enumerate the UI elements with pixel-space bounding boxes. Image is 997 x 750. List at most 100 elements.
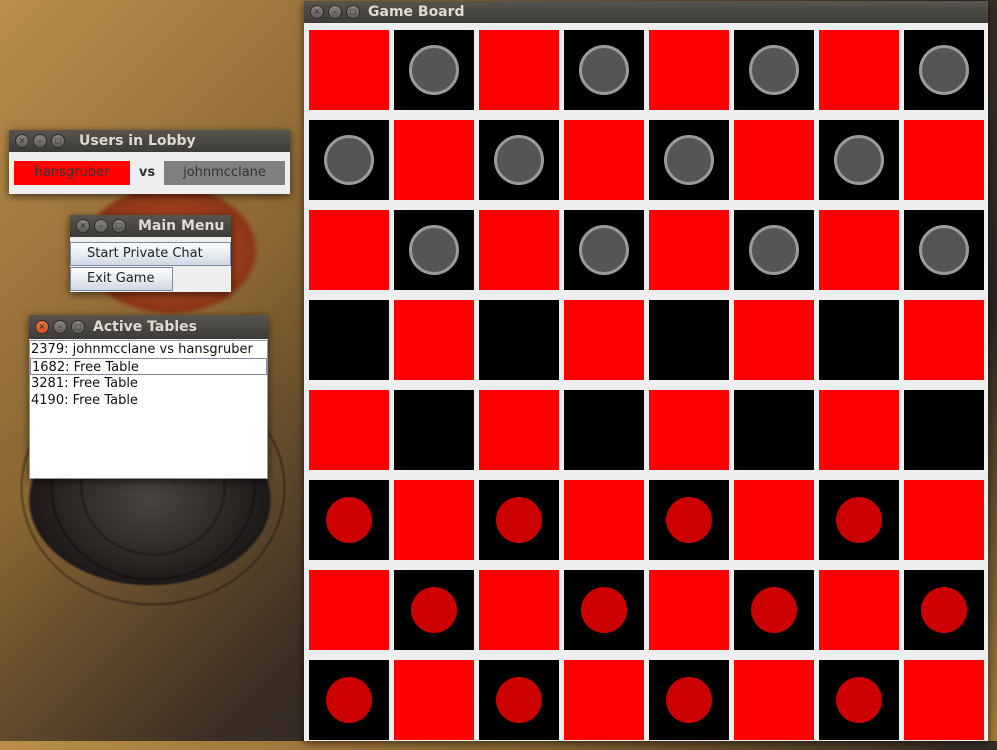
board-square-red[interactable]	[904, 300, 984, 380]
board-square-black[interactable]	[904, 30, 984, 110]
board-square-black[interactable]	[649, 480, 729, 560]
red-checker-piece[interactable]	[666, 497, 712, 543]
board-square-black[interactable]	[819, 120, 899, 200]
board-square-red[interactable]	[649, 210, 729, 290]
board-square-black[interactable]	[649, 660, 729, 740]
board-square-black[interactable]	[819, 480, 899, 560]
board-square-black[interactable]	[564, 390, 644, 470]
close-icon[interactable]: ×	[35, 320, 49, 334]
board-square-black[interactable]	[309, 480, 389, 560]
board-square-red[interactable]	[819, 30, 899, 110]
board-square-black[interactable]	[904, 390, 984, 470]
board-square-red[interactable]	[479, 570, 559, 650]
board-square-red[interactable]	[904, 480, 984, 560]
red-checker-piece[interactable]	[751, 587, 797, 633]
board-square-red[interactable]	[649, 390, 729, 470]
board-square-red[interactable]	[479, 30, 559, 110]
table-list-item[interactable]: 3281: Free Table	[30, 375, 267, 392]
red-checker-piece[interactable]	[326, 497, 372, 543]
board-square-red[interactable]	[734, 120, 814, 200]
board-square-red[interactable]	[309, 30, 389, 110]
board-square-red[interactable]	[564, 300, 644, 380]
checkers-board[interactable]	[309, 30, 989, 750]
board-square-black[interactable]	[479, 120, 559, 200]
board-square-red[interactable]	[309, 570, 389, 650]
maximize-icon[interactable]: □	[71, 320, 85, 334]
red-checker-piece[interactable]	[496, 497, 542, 543]
exit-game-button[interactable]: Exit Game	[70, 267, 173, 291]
table-list-item[interactable]: 4190: Free Table	[30, 392, 267, 409]
board-square-black[interactable]	[904, 210, 984, 290]
board-square-black[interactable]	[734, 390, 814, 470]
board-square-red[interactable]	[734, 300, 814, 380]
close-icon[interactable]: ×	[15, 134, 29, 148]
board-square-black[interactable]	[394, 390, 474, 470]
black-checker-piece[interactable]	[409, 225, 459, 275]
board-square-red[interactable]	[649, 30, 729, 110]
board-square-black[interactable]	[479, 660, 559, 740]
red-checker-piece[interactable]	[411, 587, 457, 633]
board-square-black[interactable]	[309, 660, 389, 740]
board-square-black[interactable]	[309, 300, 389, 380]
close-icon[interactable]: ×	[310, 5, 324, 19]
black-checker-piece[interactable]	[494, 135, 544, 185]
board-square-red[interactable]	[819, 210, 899, 290]
board-square-red[interactable]	[564, 120, 644, 200]
board-square-black[interactable]	[564, 210, 644, 290]
board-square-black[interactable]	[479, 480, 559, 560]
red-checker-piece[interactable]	[836, 497, 882, 543]
board-square-black[interactable]	[564, 570, 644, 650]
black-checker-piece[interactable]	[834, 135, 884, 185]
close-icon[interactable]: ×	[76, 219, 90, 233]
maximize-icon[interactable]: □	[346, 5, 360, 19]
board-square-red[interactable]	[904, 660, 984, 740]
board-square-black[interactable]	[734, 210, 814, 290]
board-square-black[interactable]	[564, 30, 644, 110]
board-square-black[interactable]	[904, 570, 984, 650]
board-square-red[interactable]	[309, 390, 389, 470]
board-square-black[interactable]	[479, 300, 559, 380]
red-checker-piece[interactable]	[581, 587, 627, 633]
board-square-red[interactable]	[394, 480, 474, 560]
red-checker-piece[interactable]	[921, 587, 967, 633]
black-checker-piece[interactable]	[579, 45, 629, 95]
board-square-black[interactable]	[819, 660, 899, 740]
start-private-chat-button[interactable]: Start Private Chat	[70, 242, 231, 266]
red-checker-piece[interactable]	[666, 677, 712, 723]
black-checker-piece[interactable]	[749, 225, 799, 275]
board-square-red[interactable]	[734, 480, 814, 560]
black-checker-piece[interactable]	[749, 45, 799, 95]
board-square-red[interactable]	[479, 390, 559, 470]
board-square-red[interactable]	[394, 660, 474, 740]
board-square-black[interactable]	[734, 570, 814, 650]
black-checker-piece[interactable]	[579, 225, 629, 275]
board-square-red[interactable]	[819, 570, 899, 650]
board-square-red[interactable]	[479, 210, 559, 290]
board-square-black[interactable]	[649, 300, 729, 380]
board-square-black[interactable]	[309, 120, 389, 200]
black-checker-piece[interactable]	[919, 225, 969, 275]
board-square-black[interactable]	[394, 570, 474, 650]
maximize-icon[interactable]: □	[112, 219, 126, 233]
minimize-icon[interactable]: –	[33, 134, 47, 148]
board-square-red[interactable]	[309, 210, 389, 290]
black-checker-piece[interactable]	[324, 135, 374, 185]
board-square-red[interactable]	[564, 480, 644, 560]
table-list-item[interactable]: 1682: Free Table	[30, 358, 267, 375]
board-square-black[interactable]	[734, 30, 814, 110]
board-square-red[interactable]	[564, 660, 644, 740]
minimize-icon[interactable]: –	[53, 320, 67, 334]
maximize-icon[interactable]: □	[51, 134, 65, 148]
black-checker-piece[interactable]	[409, 45, 459, 95]
tables-list[interactable]: 2379: johnmcclane vs hansgruber 1682: Fr…	[29, 340, 268, 479]
minimize-icon[interactable]: –	[94, 219, 108, 233]
board-square-red[interactable]	[904, 120, 984, 200]
red-checker-piece[interactable]	[496, 677, 542, 723]
table-list-item[interactable]: 2379: johnmcclane vs hansgruber	[30, 341, 267, 358]
red-checker-piece[interactable]	[836, 677, 882, 723]
board-square-red[interactable]	[394, 300, 474, 380]
board-square-black[interactable]	[819, 300, 899, 380]
black-checker-piece[interactable]	[919, 45, 969, 95]
board-square-red[interactable]	[819, 390, 899, 470]
board-square-red[interactable]	[394, 120, 474, 200]
